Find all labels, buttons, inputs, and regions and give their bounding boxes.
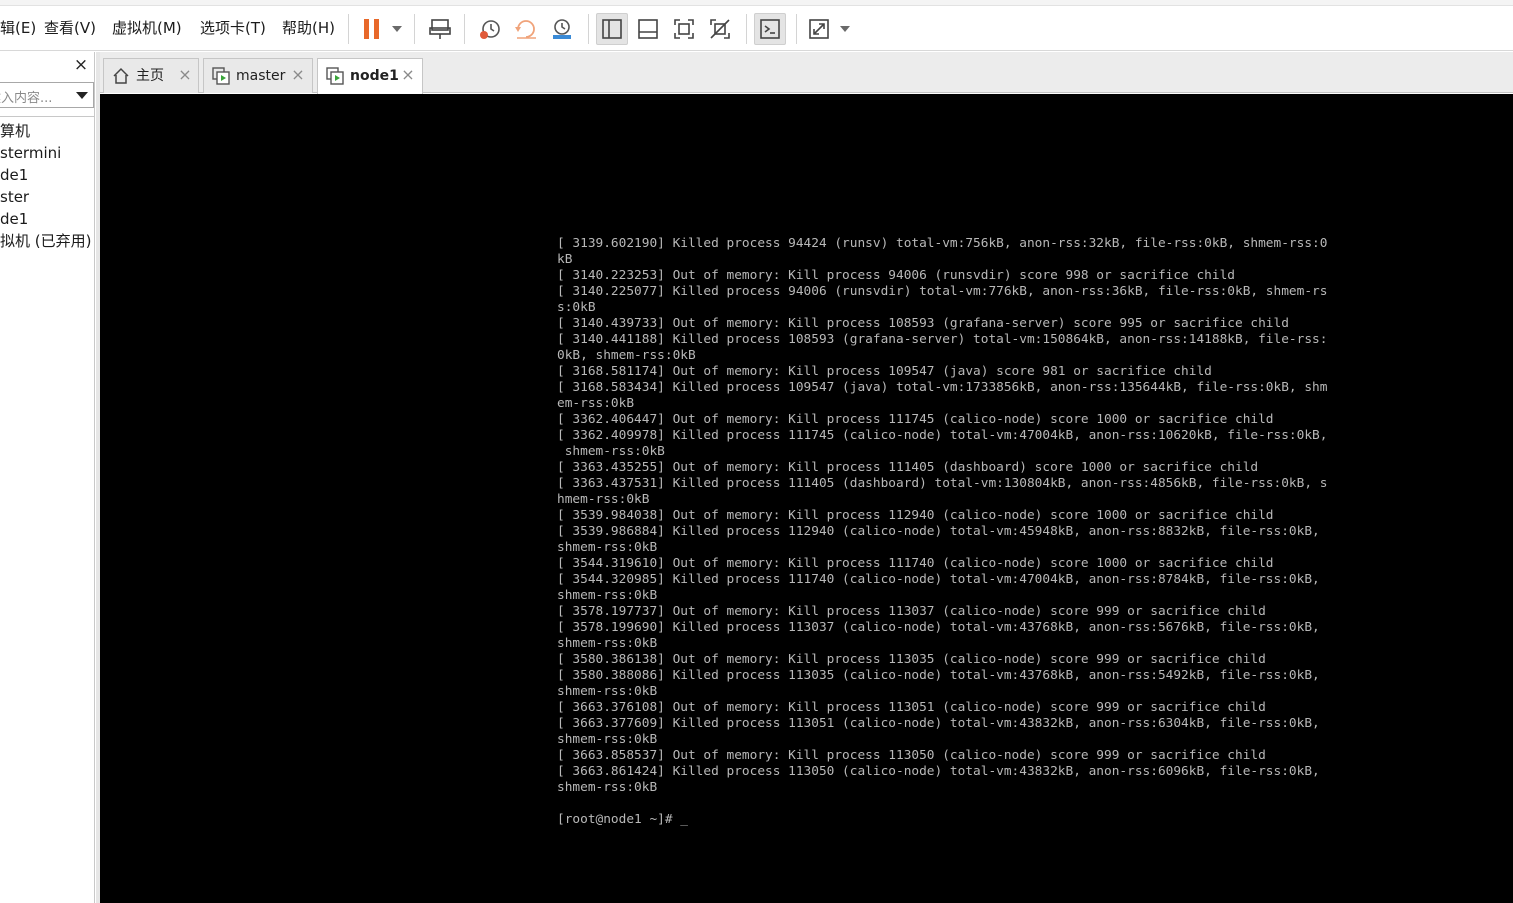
console-line: em-rss:0kB — [557, 396, 635, 411]
console-line: hmem-rss:0kB — [557, 492, 650, 507]
toolbar-separator — [414, 14, 415, 44]
console-line: [ 3578.199690] Killed process 113037 (ca… — [557, 620, 1320, 635]
tree-item[interactable]: ster — [0, 186, 94, 208]
library-search-placeholder: 键入内容... — [0, 91, 53, 106]
console-line: [ 3168.581174] Out of memory: Kill proce… — [557, 364, 1212, 379]
stretch-dropdown-arrow[interactable] — [840, 26, 850, 32]
close-icon[interactable]: × — [177, 67, 193, 83]
chevron-down-icon[interactable] — [76, 92, 88, 99]
snapshot-manager-icon[interactable] — [546, 13, 578, 45]
thumbnail-bar-icon[interactable] — [632, 13, 664, 45]
home-icon — [112, 67, 130, 85]
library-tree: 算机 stermini de1 ster de1 拟机 (已弃用) — [0, 120, 94, 252]
console-line: [ 3663.377609] Killed process 113051 (ca… — [557, 716, 1320, 731]
console-line: [ 3663.858537] Out of memory: Kill proce… — [557, 748, 1266, 763]
tab-master[interactable]: master × — [203, 58, 313, 93]
revert-snapshot-icon[interactable] — [510, 13, 542, 45]
menu-edit[interactable]: 辑(E) — [0, 18, 36, 38]
tab-label: node1 — [350, 68, 399, 84]
console-line: [ 3140.225077] Killed process 94006 (run… — [557, 284, 1328, 299]
vm-console[interactable]: [ 3139.602190] Killed process 94424 (run… — [100, 94, 1513, 903]
full-screen-icon[interactable] — [668, 13, 700, 45]
vm-icon — [212, 67, 230, 85]
tab-node1[interactable]: node1 × — [317, 58, 423, 94]
console-line: shmem-rss:0kB — [557, 540, 658, 555]
console-line: [ 3140.439733] Out of memory: Kill proce… — [557, 316, 1289, 331]
toolbar-separator — [464, 14, 465, 44]
tab-bar: 主页 × master × node1 × — [100, 52, 1513, 94]
library-search-input[interactable]: 键入内容... — [0, 82, 94, 108]
tab-label: master — [236, 68, 286, 84]
library-panel: × 键入内容... 算机 stermini de1 ster de1 拟机 (已… — [0, 52, 95, 903]
tree-item[interactable]: 算机 — [0, 120, 94, 142]
close-icon[interactable]: × — [400, 67, 416, 83]
close-icon[interactable]: × — [290, 67, 306, 83]
console-line: [ 3544.320985] Killed process 111740 (ca… — [557, 572, 1320, 587]
send-keys-icon[interactable] — [424, 13, 456, 45]
console-line: [ 3580.386138] Out of memory: Kill proce… — [557, 652, 1266, 667]
console-line: [ 3539.986884] Killed process 112940 (ca… — [557, 524, 1320, 539]
console-line: [ 3168.583434] Killed process 109547 (ja… — [557, 380, 1328, 395]
console-line: shmem-rss:0kB — [557, 684, 658, 699]
vm-icon — [326, 67, 344, 85]
tab-home[interactable]: 主页 × — [103, 58, 199, 93]
console-line: [ 3544.319610] Out of memory: Kill proce… — [557, 556, 1274, 571]
toolbar-separator — [796, 14, 797, 44]
close-icon[interactable]: × — [72, 56, 90, 74]
stretch-icon[interactable] — [804, 13, 836, 45]
console-line: [ 3663.376108] Out of memory: Kill proce… — [557, 700, 1266, 715]
toolbar-separator — [588, 14, 589, 44]
tree-item[interactable]: de1 — [0, 208, 94, 230]
console-line: [ 3140.441188] Killed process 108593 (gr… — [557, 332, 1328, 347]
library-divider — [0, 116, 94, 117]
snapshot-icon[interactable] — [474, 13, 506, 45]
tab-label: 主页 — [136, 68, 164, 84]
console-line: [ 3362.406447] Out of memory: Kill proce… — [557, 412, 1274, 427]
console-line: [ 3663.861424] Killed process 113050 (ca… — [557, 764, 1320, 779]
console-line: shmem-rss:0kB — [557, 780, 658, 795]
console-line: [ 3363.437531] Killed process 111405 (da… — [557, 476, 1328, 491]
toolbar-separator — [348, 14, 349, 44]
console-line: [ 3362.409978] Killed process 111745 (ca… — [557, 428, 1328, 443]
console-output: [ 3139.602190] Killed process 94424 (run… — [557, 236, 1327, 828]
menu-view[interactable]: 查看(V) — [44, 18, 96, 38]
unity-icon[interactable] — [704, 13, 736, 45]
pause-dropdown-arrow[interactable] — [392, 26, 402, 32]
console-line: [ 3580.388086] Killed process 113035 (ca… — [557, 668, 1320, 683]
console-line: shmem-rss:0kB — [557, 732, 658, 747]
console-line: [ 3363.435255] Out of memory: Kill proce… — [557, 460, 1259, 475]
console-line: s:0kB — [557, 300, 596, 315]
show-library-icon[interactable] — [596, 13, 628, 45]
console-line: [ 3539.984038] Out of memory: Kill proce… — [557, 508, 1274, 523]
console-line: shmem-rss:0kB — [557, 444, 665, 459]
tree-item[interactable]: stermini — [0, 142, 94, 164]
console-line: [root@node1 ~]# _ — [557, 812, 688, 827]
console-line: shmem-rss:0kB — [557, 636, 658, 651]
console-line: shmem-rss:0kB — [557, 588, 658, 603]
menu-toolbar-bar: 辑(E) 查看(V) 虚拟机(M) 选项卡(T) 帮助(H) — [0, 6, 1513, 51]
console-line: [ 3139.602190] Killed process 94424 (run… — [557, 236, 1328, 251]
pause-icon[interactable] — [356, 13, 388, 45]
console-line: [ 3140.223253] Out of memory: Kill proce… — [557, 268, 1235, 283]
menu-vm[interactable]: 虚拟机(M) — [112, 18, 182, 38]
console-line: kB — [557, 252, 573, 267]
toolbar-separator — [746, 14, 747, 44]
console-line: 0kB, shmem-rss:0kB — [557, 348, 696, 363]
menu-tabs[interactable]: 选项卡(T) — [200, 18, 266, 38]
console-line: [ 3578.197737] Out of memory: Kill proce… — [557, 604, 1266, 619]
console-view-icon[interactable] — [754, 13, 786, 45]
tree-item[interactable]: de1 — [0, 164, 94, 186]
tree-item[interactable]: 拟机 (已弃用) — [0, 230, 94, 252]
menu-help[interactable]: 帮助(H) — [282, 18, 335, 38]
